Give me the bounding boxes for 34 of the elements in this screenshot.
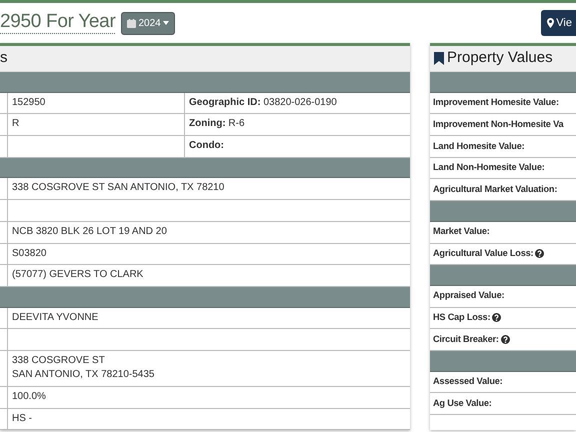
detail-text: Condo: — [189, 139, 224, 152]
calendar-icon — [127, 18, 136, 28]
detail-text: NCB 3820 BLK 26 LOT 19 AND 20 — [12, 224, 167, 239]
detail-text: S03820 — [12, 246, 46, 260]
detail-text: DEEVITA YVONNE — [12, 310, 98, 325]
panel-title: s — [0, 48, 8, 68]
value-label: Land Non-Homesite Value: — [433, 161, 545, 174]
detail-text: 100.0% — [12, 390, 46, 404]
panel-title: Property Values — [447, 48, 553, 68]
view-map-button[interactable]: Vie — [541, 10, 576, 36]
value-label: Improvement Non-Homesite Va — [433, 118, 564, 131]
value-label: HS Cap Loss: — [433, 311, 490, 324]
page-title: 2950 For Year — [0, 12, 116, 34]
year-dropdown[interactable]: 2024 — [121, 12, 175, 34]
value-label: Land Homesite Value: — [433, 140, 524, 152]
detail-text: 152950 — [12, 96, 46, 109]
detail-text: 338 COSGROVE ST SAN ANTONIO, TX 78210 — [12, 181, 224, 196]
detail-text: Geographic ID: 03820-026-0190 — [189, 96, 337, 109]
value-label: Market Value: — [433, 225, 490, 238]
caret-icon — [162, 21, 169, 25]
value-label: Improvement Homesite Value: — [433, 96, 559, 110]
value-label: Ag Use Value: — [433, 396, 492, 410]
map-pin-icon — [547, 18, 554, 28]
detail-text: 338 COSGROVE ST SAN ANTONIO, TX 78210-5435 — [12, 354, 154, 382]
detail-text: HS - — [12, 412, 32, 426]
detail-text: R — [12, 117, 20, 130]
value-label: Agricultural Market Valuation: — [433, 182, 558, 196]
value-label: Assessed Value: — [433, 375, 503, 388]
value-label: Appraised Value: — [433, 289, 504, 302]
value-label: Agricultural Value Loss: — [433, 246, 534, 260]
detail-text: (57077) GEVERS TO CLARK — [12, 268, 144, 282]
bookmark-icon — [434, 52, 444, 65]
value-label: Circuit Breaker: — [433, 332, 499, 346]
detail-text: Zoning: R-6 — [189, 117, 245, 130]
